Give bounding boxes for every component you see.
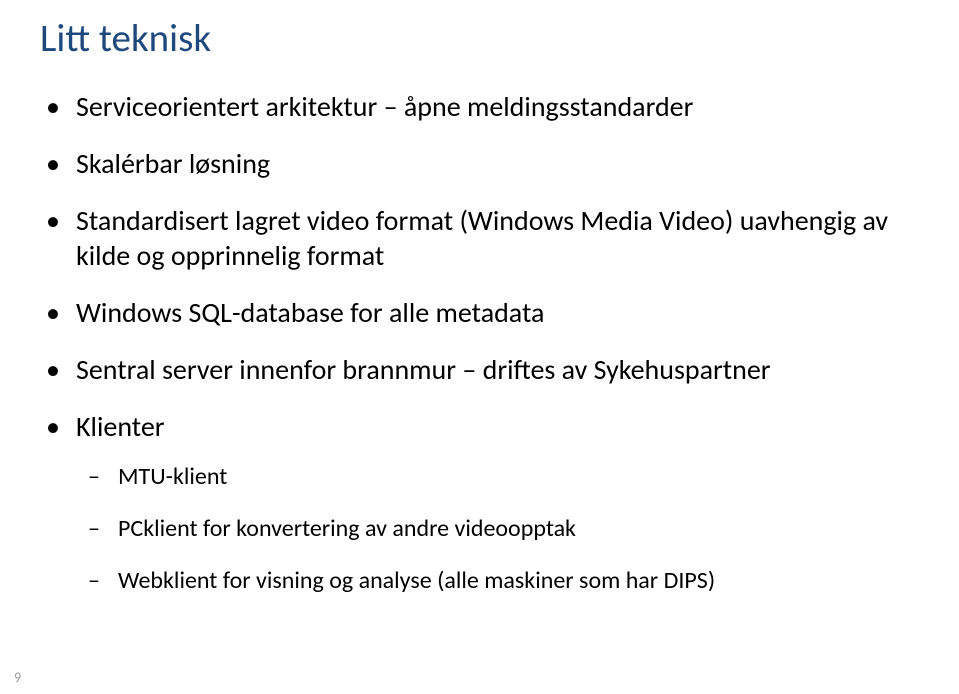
list-item: PCklient for konvertering av andre video… bbox=[118, 514, 919, 544]
list-item: Serviceorientert arkitektur – åpne meldi… bbox=[76, 89, 919, 124]
slide-title: Litt teknisk bbox=[40, 18, 919, 61]
list-item: Klienter MTU-klient PCklient for konvert… bbox=[76, 409, 919, 596]
list-item: MTU-klient bbox=[118, 462, 919, 492]
list-item-label: Klienter bbox=[76, 409, 165, 444]
list-item: Webklient for visning og analyse (alle m… bbox=[118, 566, 919, 596]
list-item: Standardisert lagret video format (Windo… bbox=[76, 203, 919, 273]
list-item: Sentral server innenfor brannmur – drift… bbox=[76, 352, 919, 387]
list-item: Windows SQL-database for alle metadata bbox=[76, 295, 919, 330]
slide: Litt teknisk Serviceorientert arkitektur… bbox=[0, 0, 959, 694]
page-number: 9 bbox=[14, 669, 21, 686]
list-item: Skalérbar løsning bbox=[76, 146, 919, 181]
bullet-list: Serviceorientert arkitektur – åpne meldi… bbox=[40, 89, 919, 596]
sub-bullet-list: MTU-klient PCklient for konvertering av … bbox=[76, 462, 919, 596]
